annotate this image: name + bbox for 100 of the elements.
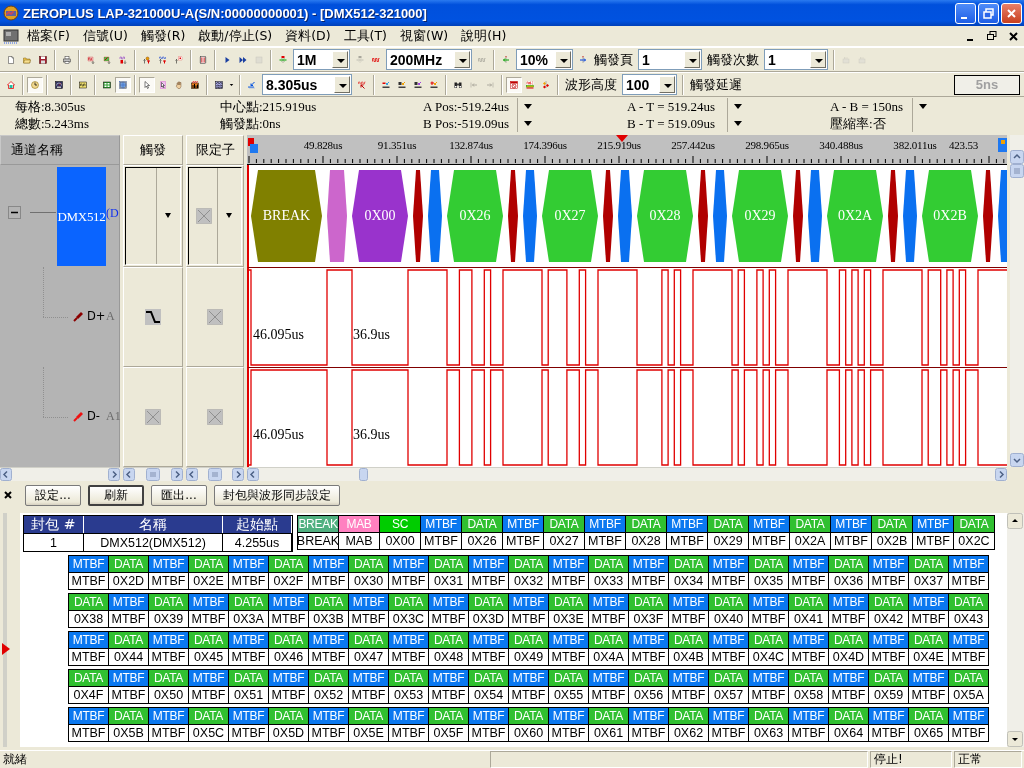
menu-item[interactable]: 信號(U) [75,26,134,46]
dropdown[interactable]: 100 [622,74,677,95]
cursor-marker-icon[interactable] [248,138,258,153]
dropdown[interactable]: 200MHz [386,49,472,70]
field-type-cell: DATA [549,593,589,610]
field-type-cell: MTBF [869,631,909,648]
column-header: 名稱 [84,516,223,533]
pointer-icon[interactable] [139,76,155,93]
table-cell: MTBF [629,724,669,741]
scroll-left-button[interactable] [0,468,12,481]
table-cell: DMX512(DMX512) [84,533,223,551]
field-type-cell: DATA [389,669,429,686]
table-cell: MTBF [429,610,469,627]
panel-button[interactable]: 刷新 [88,484,144,506]
field-label: 觸發頁 [593,50,634,69]
menu-item[interactable]: 啟動/停止(S) [191,26,279,46]
collapse-icon[interactable] [8,206,21,219]
field-type-cell: MTBF [913,515,954,532]
field-type-cell: MTBF [669,669,709,686]
table-cell: MTBF [869,648,909,665]
table-cell: 0X5E [349,724,389,741]
menu-item[interactable]: 檔案(F) [20,26,76,46]
field-type-cell: MTBF [69,707,109,724]
scroll-thumb[interactable] [359,468,368,481]
table-cell: MTBF [469,572,509,589]
menu-item[interactable]: 視窗(W) [393,26,455,46]
channel-name[interactable]: DMX512 [57,167,106,266]
table-cell: MTBF [709,648,749,665]
table-cell: MTBF [149,724,189,741]
table-cell: MTBF [149,648,189,665]
dropdown[interactable]: 1 [638,49,702,70]
table-cell: 0X4B [669,648,709,665]
scroll-right-button[interactable] [108,468,120,481]
dropdown[interactable] [188,167,242,265]
panel-button[interactable]: 匯出... [151,484,207,506]
window-icon[interactable] [115,76,131,93]
table-cell: 0X54 [469,686,509,703]
table-cell: 0X58 [789,686,829,703]
bus-segment: 0X29 [732,170,788,262]
scroll-thumb[interactable] [1010,164,1024,178]
dropdown[interactable]: 1 [764,49,828,70]
clock-icon[interactable] [27,76,43,93]
table-cell: MTBF [109,610,149,627]
table-cell: 0X5B [109,724,149,741]
field-type-cell: MTBF [149,631,189,648]
scroll-left-button[interactable] [186,468,198,481]
table-cell: MTBF [509,686,549,703]
field-type-cell: MTBF [229,555,269,572]
panel-button[interactable]: 設定... [25,484,81,506]
channel-suffix: (D [106,206,119,220]
dropdown[interactable]: 10% [516,49,573,70]
field-type-cell: MTBF [629,631,669,648]
scroll-right-button[interactable] [995,468,1007,481]
table-cell: 4.255us [223,533,292,551]
field-type-cell: MTBF [429,669,469,686]
field-type-cell: MTBF [189,593,229,610]
scroll-left-button[interactable] [123,468,135,481]
dropdown-arrow-icon[interactable] [524,104,532,109]
table-cell: 0X2F [269,572,309,589]
dropdown[interactable]: 1M [293,49,350,70]
field-type-cell: MTBF [749,669,789,686]
scroll-left-button[interactable] [247,468,259,481]
column-header: 封包 # [24,516,84,533]
dropdown-arrow-icon[interactable] [734,121,742,126]
scroll-right-button[interactable] [171,468,183,481]
scroll-thumb[interactable] [146,468,160,481]
channel-name[interactable]: D+ [86,309,107,323]
screen-icon[interactable] [506,76,522,93]
trigger-marker-icon[interactable] [616,135,628,142]
dropdown[interactable] [125,167,181,265]
menu-item[interactable]: 觸發(R) [133,26,192,46]
menu-item[interactable]: 說明(H) [454,26,513,46]
table-cell: 0X61 [589,724,629,741]
table-cell: MTBF [69,572,109,589]
scroll-right-button[interactable] [232,468,244,481]
channel-name[interactable]: D- [86,409,101,423]
table-cell: 0X43 [949,610,989,627]
scroll-up-button[interactable] [1007,513,1023,529]
scroll-down-button[interactable] [1007,731,1023,747]
falling-edge-icon[interactable] [145,309,161,325]
scroll-thumb[interactable] [208,468,222,481]
table-cell: 0X42 [869,610,909,627]
close-icon[interactable] [4,491,12,499]
dropdown-arrow-icon[interactable] [524,121,532,126]
dropdown-arrow-icon[interactable] [734,104,742,109]
restore-icon [983,7,994,19]
menu-item[interactable]: 資料(D) [278,26,337,46]
table-cell: 0X30 [349,572,389,589]
panel-button[interactable]: 封包與波形同步設定 [214,484,340,506]
field-type-cell: DATA [669,555,709,572]
dropdown-arrow-icon[interactable] [919,104,927,109]
field-type-cell: MTBF [949,631,989,648]
table-cell: MTBF [589,686,629,703]
cursor-marker-icon[interactable] [998,138,1007,152]
field-type-cell: SC [380,515,421,532]
field-type-cell: MTBF [349,669,389,686]
dropdown[interactable]: 8.305us [262,74,352,95]
menu-item[interactable]: 工具(T) [336,26,393,46]
field-type-cell: DATA [509,631,549,648]
field-type-cell: DATA [269,555,309,572]
